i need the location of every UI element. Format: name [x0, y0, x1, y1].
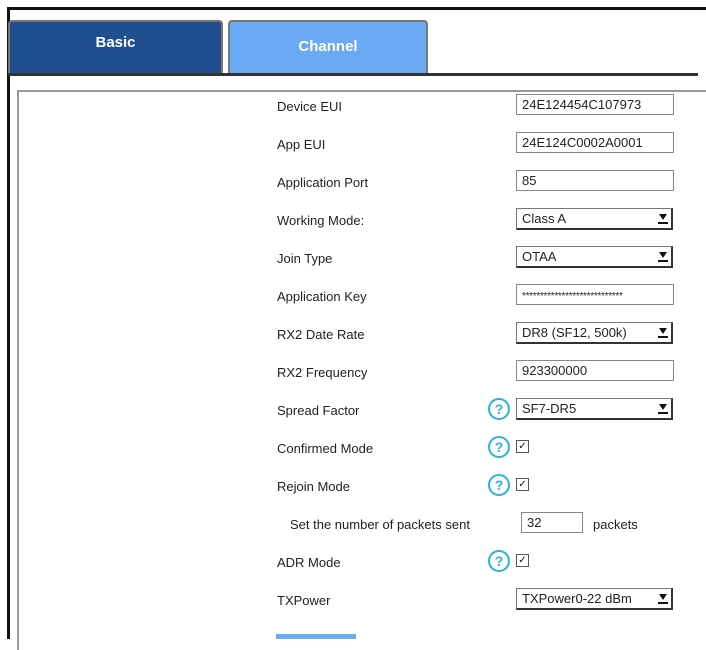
row-rejoin-mode: Rejoin Mode ? ✓ [19, 472, 706, 502]
spread-factor-value: SF7-DR5 [522, 401, 577, 416]
tab-divider [8, 73, 698, 76]
device-eui-label: Device EUI [277, 99, 343, 114]
chevron-down-icon [658, 252, 668, 262]
rx2-frequency-label: RX2 Frequency [277, 365, 368, 380]
settings-panel: Device EUI 24E124454C107973 App EUI 24E1… [17, 90, 706, 650]
row-application-port: Application Port 85 [19, 168, 706, 198]
adr-mode-checkbox[interactable]: ✓ [516, 554, 529, 567]
row-application-key: Application Key ************************… [19, 282, 706, 312]
row-join-type: Join Type OTAA [19, 244, 706, 274]
tx-power-select[interactable]: TXPower0-22 dBm [516, 588, 673, 610]
rejoin-mode-checkbox[interactable]: ✓ [516, 478, 529, 491]
packets-input[interactable]: 32 [521, 512, 583, 533]
row-app-eui: App EUI 24E124C0002A0001 [19, 130, 706, 160]
help-icon[interactable]: ? [488, 550, 510, 572]
tab-channel[interactable]: Channel [228, 20, 428, 73]
row-device-eui: Device EUI 24E124454C107973 [19, 92, 706, 122]
spread-factor-label: Spread Factor [277, 403, 360, 418]
row-rx2-data-rate: RX2 Date Rate DR8 (SF12, 500k) [19, 320, 706, 350]
row-working-mode: Working Mode: Class A [19, 206, 706, 236]
chevron-down-icon [658, 404, 668, 414]
adr-mode-label: ADR Mode [277, 555, 341, 570]
row-spread-factor: Spread Factor ? SF7-DR5 [19, 396, 706, 426]
chevron-down-icon [658, 594, 668, 604]
tab-basic[interactable]: Basic [8, 20, 223, 73]
chevron-down-icon [658, 214, 668, 224]
application-key-input[interactable]: **************************** [516, 284, 674, 305]
packets-unit: packets [593, 517, 638, 532]
confirmed-mode-checkbox[interactable]: ✓ [516, 440, 529, 453]
working-mode-label: Working Mode: [277, 213, 365, 228]
app-eui-label: App EUI [277, 137, 326, 152]
device-eui-input[interactable]: 24E124454C107973 [516, 94, 674, 115]
rejoin-mode-label: Rejoin Mode [277, 479, 350, 494]
help-icon[interactable]: ? [488, 474, 510, 496]
join-type-select[interactable]: OTAA [516, 246, 673, 268]
tx-power-label: TXPower [277, 593, 331, 608]
row-packets: Set the number of packets sent 32 packet… [19, 510, 706, 540]
spread-factor-select[interactable]: SF7-DR5 [516, 398, 673, 420]
packets-label: Set the number of packets sent [290, 517, 470, 532]
row-tx-power: TXPower TXPower0-22 dBm [19, 586, 706, 616]
save-button-partial[interactable] [276, 634, 356, 639]
application-port-label: Application Port [277, 175, 369, 190]
help-icon[interactable]: ? [488, 436, 510, 458]
help-icon[interactable]: ? [488, 398, 510, 420]
row-rx2-frequency: RX2 Frequency 923300000 [19, 358, 706, 388]
rx2-frequency-input[interactable]: 923300000 [516, 360, 674, 381]
tab-bar: Basic Channel [8, 20, 698, 77]
tx-power-value: TXPower0-22 dBm [522, 591, 632, 606]
rx2-data-rate-label: RX2 Date Rate [277, 327, 365, 342]
application-key-label: Application Key [277, 289, 367, 304]
app-eui-input[interactable]: 24E124C0002A0001 [516, 132, 674, 153]
row-adr-mode: ADR Mode ? ✓ [19, 548, 706, 578]
row-confirmed-mode: Confirmed Mode ? ✓ [19, 434, 706, 464]
rx2-data-rate-select[interactable]: DR8 (SF12, 500k) [516, 322, 673, 344]
working-mode-select[interactable]: Class A [516, 208, 673, 230]
rx2-data-rate-value: DR8 (SF12, 500k) [522, 325, 627, 340]
join-type-label: Join Type [277, 251, 333, 266]
chevron-down-icon [658, 328, 668, 338]
confirmed-mode-label: Confirmed Mode [277, 441, 374, 456]
join-type-value: OTAA [522, 249, 557, 264]
working-mode-value: Class A [522, 211, 567, 226]
application-port-input[interactable]: 85 [516, 170, 674, 191]
